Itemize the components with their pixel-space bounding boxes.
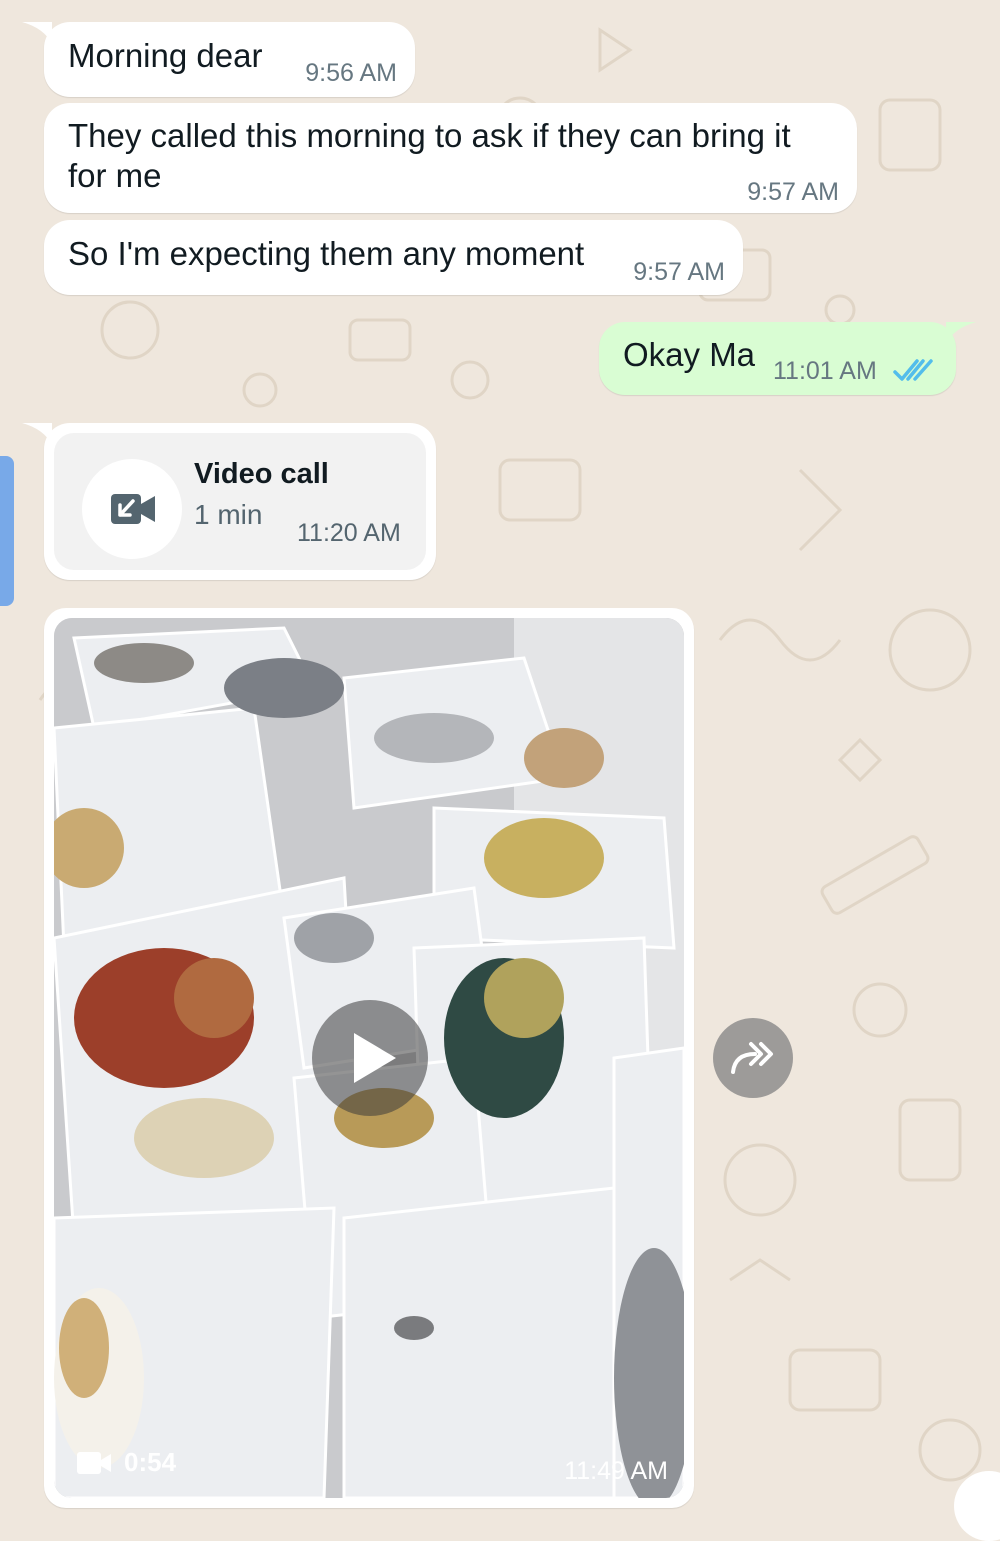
call-icon-background — [82, 459, 182, 559]
message-text: Morning dear — [68, 37, 263, 74]
bubble-tail — [946, 322, 976, 344]
call-title: Video call — [194, 458, 329, 490]
message-time: 9:57 AM — [633, 258, 725, 286]
message-time: 9:57 AM — [747, 178, 839, 206]
bubble-tail — [22, 22, 52, 44]
missed-video-call-icon — [111, 494, 155, 524]
video-message[interactable]: 0:54 11:49 AM — [44, 608, 694, 1508]
call-card: Video call 1 min 11:20 AM — [54, 433, 426, 570]
message-text: Okay Ma — [623, 336, 756, 373]
play-button[interactable] — [312, 1000, 428, 1116]
message-time: 11:01 AM — [773, 357, 877, 385]
forward-icon — [731, 1042, 773, 1074]
side-panel-handle[interactable] — [0, 456, 14, 606]
message-text: So I'm expecting them any moment — [68, 235, 585, 272]
incoming-message[interactable]: Morning dear 9:56 AM — [44, 22, 415, 97]
bubble-tail — [22, 423, 52, 445]
double-check-read-icon — [893, 359, 933, 381]
video-thumbnail[interactable]: 0:54 11:49 AM — [54, 618, 684, 1498]
outgoing-message[interactable]: Okay Ma 11:01 AM — [599, 322, 956, 395]
play-icon — [354, 1033, 396, 1083]
forward-button[interactable] — [713, 1018, 793, 1098]
video-call-message[interactable]: Video call 1 min 11:20 AM — [44, 423, 436, 580]
incoming-message[interactable]: So I'm expecting them any moment 9:57 AM — [44, 220, 743, 295]
video-camera-icon — [77, 1452, 111, 1474]
call-time: 11:20 AM — [297, 519, 401, 547]
message-time: 9:56 AM — [305, 59, 397, 87]
message-text: They called this morning to ask if they … — [68, 117, 791, 194]
call-duration: 1 min — [194, 499, 263, 530]
incoming-message[interactable]: They called this morning to ask if they … — [44, 103, 857, 213]
video-time: 11:49 AM — [564, 1457, 668, 1485]
video-duration: 0:54 — [124, 1447, 177, 1477]
